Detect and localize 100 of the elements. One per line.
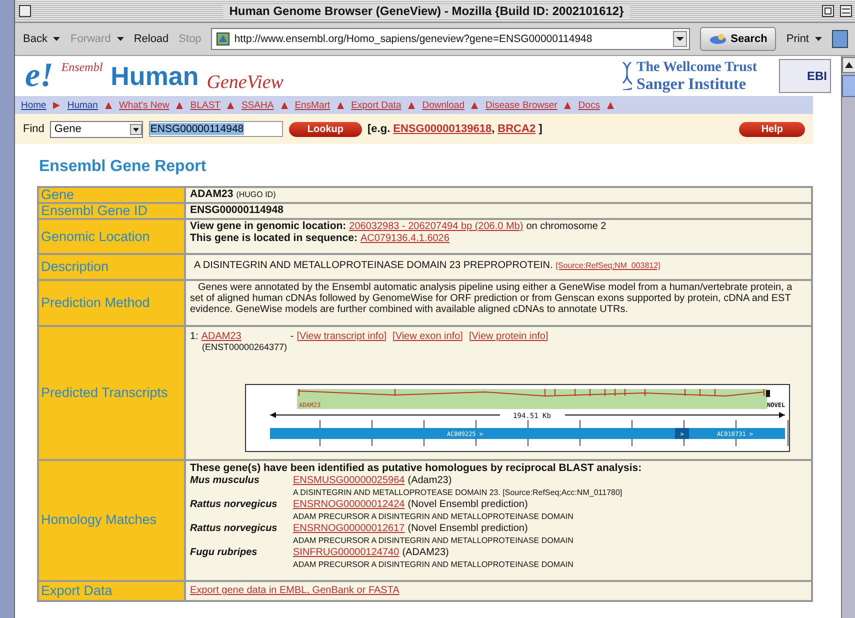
gene-name: ADAM23 [190,189,234,200]
homologue-description: ADAM PRECURSOR A DISINTEGRIN AND METALLOPROTEINASE DOMAIN [293,558,574,570]
homologue-link[interactable]: ENSMUSG00000025964 [293,475,405,486]
page-heading: Ensembl Gene Report [39,158,208,176]
triangle-icon [176,102,184,108]
row-label: Predicted Transcripts [39,326,184,458]
species-name: Mus musculus [190,475,260,486]
scroll-up-icon[interactable] [845,62,853,68]
dash-text: - [290,330,294,342]
homologue-description: ADAM PRECURSOR A DISINTEGRIN AND METALLOPROTEINASE DOMAIN [293,510,574,522]
brand-text: Ensembl [61,60,103,75]
method-text: Genes were annotated by the Ensembl automatic analysis pipeline using either a GeneWise model from a human/vertebrate protein, a set of aligned human cDNAs followed by GenomeWise for ORF prediction or from Genscan exons supported by protein, cDNA and EST evidence. GeneWise models are further combined with available aligned cDNAs to annotate UTRs. [190,282,794,314]
row-label: Ensembl Gene ID [39,204,184,218]
dna-icon [622,62,632,90]
homologue-note: (Novel Ensembl prediction) [408,523,528,534]
arrow-right-icon [53,102,60,108]
homologue-note: (Adam23) [408,475,452,486]
nav-link[interactable]: Download [422,100,464,110]
nav-link[interactable]: BLAST [190,100,220,110]
row-label: Export Data [39,582,184,600]
location-label: View gene in genomic location: [190,221,346,232]
nav-link[interactable]: Disease Browser [485,100,558,110]
row-label: Genomic Location [39,220,184,253]
nav-button[interactable]: Back [23,33,60,45]
search-button[interactable]: Search [700,27,776,51]
example-text: [e.g. [368,123,390,135]
species-name: Rattus norvegicus [190,499,278,510]
sanger-text: The Wellcome Trust [636,60,757,75]
ebi-logo: EBI [779,59,831,93]
nav-link[interactable]: Docs [578,100,600,110]
window-collapse-icon[interactable] [840,5,852,17]
lookup-button[interactable]: Lookup [289,122,362,136]
transcript-index: 1: [190,330,198,342]
example-link[interactable]: BRCA2 [498,123,536,135]
transcript-link[interactable]: ADAM23 [201,330,288,342]
homologue-description: A DISINTEGRIN AND METALLOPROTEASE DOMAIN 23. [Source:RefSeq;Acc:NM_011780] [293,486,624,498]
nav-link[interactable]: EnsMart [294,100,330,110]
nav-link[interactable]: What's New [118,100,170,110]
sidebar-icon[interactable] [832,30,848,48]
view-title: GeneView [206,72,284,94]
transcript-id: (ENST00000264377) [202,342,288,354]
homologue-note: (ADAM23) [402,547,449,558]
homologue-link[interactable]: ENSRNOG00000012424 [293,499,405,510]
gene-note: (HUGO ID) [236,189,276,200]
window-zoom-icon[interactable] [822,5,834,17]
scroll-up-button[interactable] [842,57,855,73]
sanger-text: Sanger Institute [636,76,746,93]
scrollbar[interactable] [841,56,855,618]
homologue-link[interactable]: ENSRNOG00000012617 [293,523,405,534]
find-label: Find [23,123,44,135]
chromosome-text: on chromosome 2 [526,221,606,232]
info-link[interactable]: [View protein info] [468,330,548,342]
gene-id: ENSG00000114948 [190,205,284,216]
dropdown-icon[interactable] [672,31,687,47]
source-link[interactable]: [Source:RefSeq;NM_003812] [556,260,660,272]
sequence-label: This gene is located in sequence: [190,232,358,244]
sequence-link[interactable]: AC079136.4.1.6026 [360,232,450,244]
triangle-icon [564,102,572,108]
scroll-thumb[interactable] [842,75,855,97]
row-label: Prediction Method [39,280,184,324]
triangle-icon [471,102,478,108]
help-button[interactable]: Help [739,122,805,136]
nav-link[interactable]: Export Data [351,100,402,110]
example-separator: , [492,123,495,135]
triangle-icon [337,102,344,108]
triangle-icon [227,102,234,108]
dropdown-icon [130,124,142,134]
window-title: Human Genome Browser (GeneView) - Mozilla {Build ID: 2002101612} [223,4,630,18]
species-title: Human [110,60,199,92]
description-text: A DISINTEGRIN AND METALLOPROTEINASE DOMAIN 23 PREPROPROTEIN. [194,260,553,272]
url-field[interactable]: http://www.ensembl.org/Homo_sapiens/geneview?gene=ENSG00000114948 [211,28,690,50]
triangle-icon [408,102,416,108]
nav-link[interactable]: Human [67,100,98,110]
example-text: ] [538,123,542,135]
triangle-icon [606,102,614,108]
row-label: Gene [39,188,184,202]
window-close-icon[interactable] [19,5,31,17]
print-button[interactable]: Print [786,33,822,45]
triangle-icon [104,102,112,108]
info-link[interactable]: [View transcript info] [296,330,387,342]
nav-button[interactable]: Reload [134,33,169,45]
search-icon [708,33,727,45]
caret-icon [815,37,822,41]
search-field[interactable]: ENSG00000114948 [149,121,284,137]
ensembl-logo: e! [25,57,54,95]
homologue-note: (Novel Ensembl prediction) [408,499,528,510]
homologue-link[interactable]: SINFRUG00000124740 [293,547,400,558]
example-link[interactable]: ENSG00000139618 [393,123,492,135]
species-name: Rattus norvegicus [190,523,278,534]
nav-link[interactable]: SSAHA [241,100,274,110]
row-label: Description [39,255,184,278]
row-label: Homology Matches [39,460,184,580]
page-icon [216,32,230,46]
triangle-icon [280,102,288,108]
info-link[interactable]: [View exon info] [392,330,463,342]
location-link[interactable]: 206032983 - 206207494 bp (206.0 Mb) [349,221,524,232]
species-name: Fugu rubripes [190,547,258,558]
homology-intro: These gene(s) have been identified as putative homologues by reciprocal BLAST analysis: [190,462,643,474]
type-select[interactable]: Gene [50,120,144,138]
nav-link[interactable]: Home [21,100,46,110]
